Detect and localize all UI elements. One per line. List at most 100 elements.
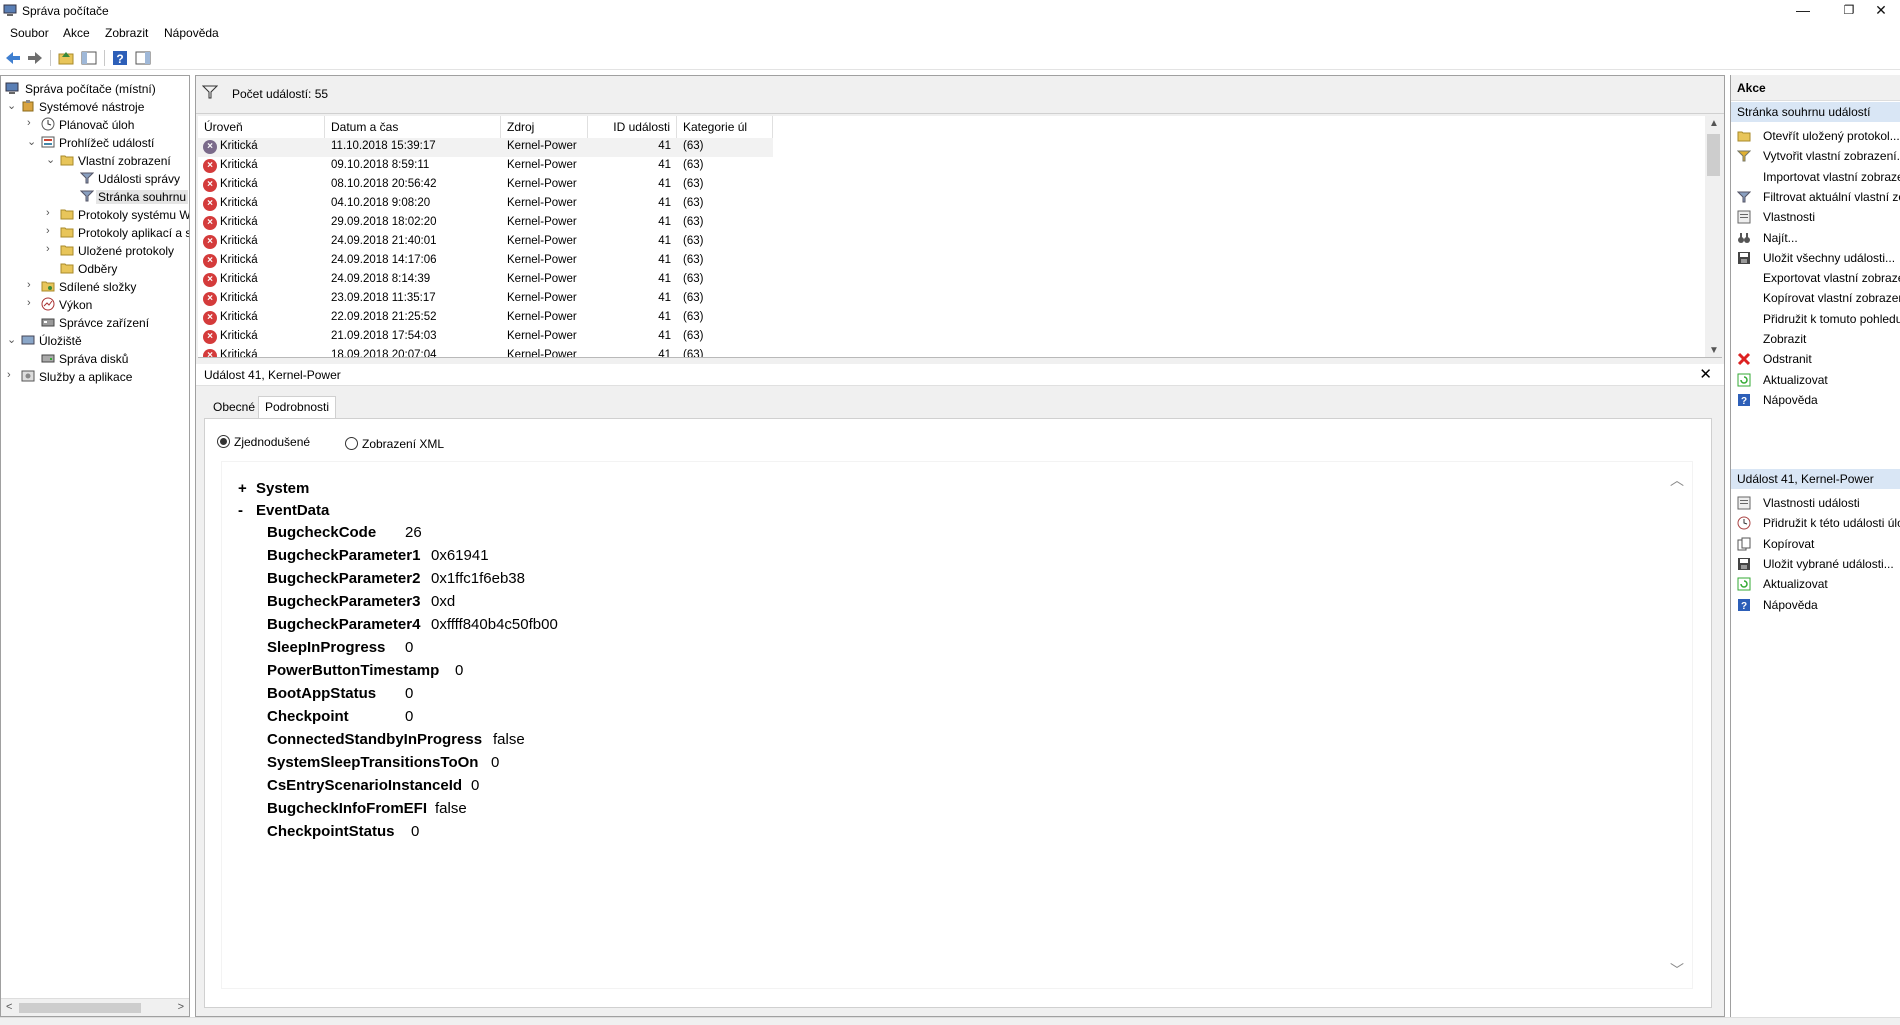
tab-general[interactable]: Obecné bbox=[206, 396, 262, 418]
section-system[interactable]: + System bbox=[238, 480, 309, 497]
scroll-up-chevron-icon[interactable]: ︿ bbox=[1670, 470, 1684, 490]
expand-chevron-icon[interactable]: › bbox=[27, 117, 37, 129]
menu-help[interactable]: Nápověda bbox=[164, 26, 219, 40]
action-item[interactable]: Přidružit k této události úlohu... bbox=[1731, 513, 1900, 533]
action-item[interactable]: Uložit všechny události... bbox=[1731, 248, 1900, 268]
table-row[interactable]: × Kritická 23.09.2018 11:35:17 Kernel-Power… bbox=[198, 290, 773, 309]
back-arrow-icon[interactable] bbox=[4, 49, 22, 67]
up-folder-icon[interactable] bbox=[57, 49, 75, 67]
column-header-event-id[interactable]: ID události bbox=[588, 116, 677, 138]
scrollbar-thumb[interactable] bbox=[1707, 134, 1720, 176]
table-row[interactable]: × Kritická 29.09.2018 18:02:20 Kernel-Power… bbox=[198, 214, 773, 233]
close-detail-icon[interactable]: ✕ bbox=[1699, 365, 1712, 383]
show-hide-tree-icon[interactable] bbox=[80, 49, 98, 67]
grid-vertical-scrollbar[interactable]: ▲ ▼ bbox=[1705, 116, 1722, 357]
table-row[interactable]: × Kritická 22.09.2018 21:25:52 Kernel-Power… bbox=[198, 309, 773, 328]
table-row[interactable]: × Kritická 08.10.2018 20:56:42 Kernel-Power… bbox=[198, 176, 773, 195]
section-eventdata[interactable]: - EventData bbox=[238, 502, 329, 519]
cell-category: (63) bbox=[683, 273, 704, 285]
event-data-key: CsEntryScenarioInstanceId bbox=[267, 777, 463, 794]
tree-horizontal-scrollbar[interactable]: < > bbox=[1, 998, 189, 1016]
scroll-down-arrow-icon[interactable]: ▼ bbox=[1709, 345, 1719, 356]
menu-view[interactable]: Zobrazit bbox=[105, 26, 148, 40]
action-label: Kopírovat vlastní zobrazení... bbox=[1763, 291, 1900, 306]
table-row[interactable]: × Kritická 09.10.2018 8:59:11 Kernel-Power 4… bbox=[198, 157, 773, 176]
cell-event-id: 41 bbox=[658, 273, 671, 285]
minimize-button[interactable]: — bbox=[1780, 0, 1826, 22]
table-row[interactable]: × Kritická 04.10.2018 9:08:20 Kernel-Power 4… bbox=[198, 195, 773, 214]
collapse-chevron-icon[interactable]: ⌄ bbox=[7, 99, 17, 112]
tree-item-label: Protokoly systému Windows bbox=[78, 208, 190, 222]
radio-xml-view[interactable]: Zobrazení XML bbox=[345, 437, 444, 451]
expand-chevron-icon[interactable]: › bbox=[46, 207, 56, 219]
tree-item-label: Stránka souhrnu bbox=[96, 190, 189, 204]
forward-arrow-icon[interactable] bbox=[26, 49, 44, 67]
action-item[interactable]: Zobrazit bbox=[1731, 329, 1900, 349]
tools-icon bbox=[22, 100, 34, 112]
expand-chevron-icon[interactable]: › bbox=[46, 243, 56, 255]
cell-date: 24.09.2018 8:14:39 bbox=[331, 273, 431, 285]
action-item[interactable]: Aktualizovat bbox=[1731, 574, 1900, 594]
column-header-category[interactable]: Kategorie úl bbox=[677, 116, 773, 138]
action-item[interactable]: Kopírovat bbox=[1731, 534, 1900, 554]
scroll-right-arrow-icon[interactable]: > bbox=[178, 1001, 184, 1013]
action-item[interactable]: Otevřít uložený protokol... bbox=[1731, 126, 1900, 146]
action-item[interactable]: Odstranit bbox=[1731, 349, 1900, 369]
action-item[interactable]: Filtrovat aktuální vlastní zobrazení... bbox=[1731, 187, 1900, 207]
column-header-level[interactable]: Úroveň bbox=[198, 116, 325, 138]
action-label: Uložit vybrané události... bbox=[1763, 556, 1894, 571]
expand-chevron-icon[interactable]: › bbox=[27, 279, 37, 291]
cell-date: 04.10.2018 9:08:20 bbox=[331, 197, 431, 209]
collapse-chevron-icon[interactable]: ⌄ bbox=[46, 153, 56, 166]
expand-chevron-icon[interactable]: › bbox=[27, 297, 37, 309]
cell-source: Kernel-Power bbox=[507, 273, 577, 285]
action-item[interactable]: Uložit vybrané události... bbox=[1731, 554, 1900, 574]
cell-level: Kritická bbox=[220, 140, 258, 152]
tab-details[interactable]: Podrobnosti bbox=[258, 396, 337, 418]
collapse-sign[interactable]: - bbox=[238, 502, 256, 519]
action-item[interactable]: Importovat vlastní zobrazení... bbox=[1731, 167, 1900, 187]
cell-date: 18.09.2018 20:07:04 bbox=[331, 349, 437, 358]
table-row[interactable]: × Kritická 24.09.2018 8:14:39 Kernel-Power 4… bbox=[198, 271, 773, 290]
event-data-value: 26 bbox=[405, 524, 422, 541]
scroll-left-arrow-icon[interactable]: < bbox=[6, 1001, 12, 1013]
expand-chevron-icon[interactable]: › bbox=[46, 225, 56, 237]
show-hide-action-pane-icon[interactable] bbox=[134, 49, 152, 67]
scroll-up-arrow-icon[interactable]: ▲ bbox=[1709, 118, 1719, 129]
filter-icon bbox=[202, 85, 218, 99]
action-item[interactable]: Vytvořit vlastní zobrazení... bbox=[1731, 146, 1900, 166]
help-icon[interactable]: ? bbox=[111, 49, 129, 67]
close-button[interactable]: ✕ bbox=[1862, 0, 1900, 22]
action-item[interactable]: Exportovat vlastní zobrazení... bbox=[1731, 268, 1900, 288]
table-row[interactable]: × Kritická 18.09.2018 20:07:04 Kernel-Power… bbox=[198, 347, 773, 358]
collapse-chevron-icon[interactable]: ⌄ bbox=[7, 333, 17, 346]
action-item[interactable]: Kopírovat vlastní zobrazení... bbox=[1731, 288, 1900, 308]
scrollbar-thumb[interactable] bbox=[19, 1003, 141, 1013]
table-row[interactable]: × Kritická 24.09.2018 21:40:01 Kernel-Power… bbox=[198, 233, 773, 252]
actions-section-event[interactable]: Událost 41, Kernel-Power bbox=[1731, 469, 1900, 489]
expand-chevron-icon[interactable]: › bbox=[7, 369, 17, 381]
collapse-chevron-icon[interactable]: ⌄ bbox=[27, 135, 37, 148]
radio-friendly-view[interactable]: Zjednodušené bbox=[217, 435, 310, 449]
column-header-source[interactable]: Zdroj bbox=[501, 116, 588, 138]
menu-action[interactable]: Akce bbox=[63, 26, 90, 40]
table-row[interactable]: × Kritická 11.10.2018 15:39:17 Kernel-Power… bbox=[198, 138, 773, 157]
actions-section-summary[interactable]: Stránka souhrnu událostí bbox=[1731, 102, 1900, 122]
column-header-date[interactable]: Datum a čas bbox=[325, 116, 501, 138]
table-row[interactable]: × Kritická 21.09.2018 17:54:03 Kernel-Power… bbox=[198, 328, 773, 347]
action-item[interactable]: ? Nápověda bbox=[1731, 595, 1900, 615]
event-data-key: BugcheckParameter3 bbox=[267, 593, 421, 610]
event-data-value: 0 bbox=[491, 754, 500, 771]
tree-item-label: Správa počítače (místní) bbox=[25, 82, 156, 96]
action-item[interactable]: Vlastnosti události bbox=[1731, 493, 1900, 513]
scroll-down-chevron-icon[interactable]: ﹀ bbox=[1670, 960, 1684, 980]
action-item[interactable]: Aktualizovat bbox=[1731, 370, 1900, 390]
action-item[interactable]: Najít... bbox=[1731, 228, 1900, 248]
cell-date: 09.10.2018 8:59:11 bbox=[331, 159, 430, 171]
action-item[interactable]: Vlastnosti bbox=[1731, 207, 1900, 227]
menu-file[interactable]: Soubor bbox=[10, 26, 49, 40]
table-row[interactable]: × Kritická 24.09.2018 14:17:06 Kernel-Power… bbox=[198, 252, 773, 271]
action-item[interactable]: ? Nápověda bbox=[1731, 390, 1900, 410]
action-item[interactable]: Přidružit k tomuto pohledu úlohu... bbox=[1731, 309, 1900, 329]
expand-sign[interactable]: + bbox=[238, 480, 256, 497]
